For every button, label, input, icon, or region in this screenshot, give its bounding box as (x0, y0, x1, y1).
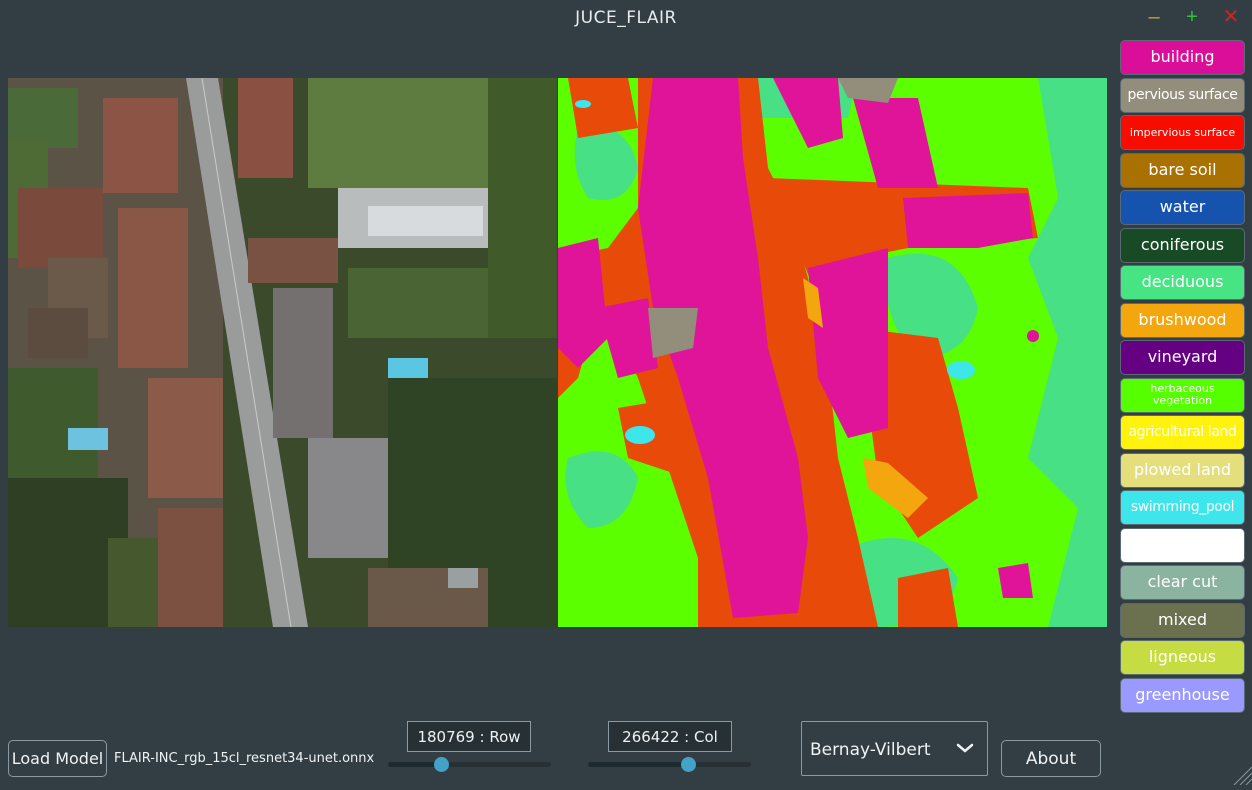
close-icon[interactable]: ✕ (1220, 6, 1242, 28)
legend-button-brushwood[interactable]: brushwood (1120, 302, 1245, 338)
legend-button-building[interactable]: building (1120, 40, 1245, 75)
col-slider-fill (588, 762, 689, 767)
legend-button-swimming-pool[interactable]: swimming_pool (1120, 490, 1245, 525)
window-title: JUCE_FLAIR (575, 8, 677, 28)
legend-button-coniferous[interactable]: coniferous (1120, 227, 1245, 263)
row-slider-thumb[interactable] (433, 757, 449, 772)
legend-button-clear-cut[interactable]: clear cut (1120, 565, 1245, 600)
about-button[interactable]: About (1001, 740, 1101, 777)
legend-button-plowed-land[interactable]: plowed land (1120, 452, 1245, 488)
segmentation-map (558, 78, 1107, 627)
legend-button-ligneous[interactable]: ligneous (1120, 640, 1245, 675)
location-value: Bernay-Vilbert (810, 740, 931, 760)
title-bar: JUCE_FLAIR – + ✕ (0, 0, 1252, 36)
col-readout: 266422 : Col (608, 721, 732, 752)
model-filename: FLAIR-INC_rgb_15cl_resnet34-unet.onnx (114, 751, 375, 766)
load-model-button[interactable]: Load Model (8, 740, 107, 777)
legend-button-herbaceous-vegetation[interactable]: herbaceous vegetation (1120, 377, 1245, 413)
location-dropdown[interactable]: Bernay-Vilbert (801, 721, 988, 776)
row-slider[interactable] (388, 756, 551, 772)
col-slider-thumb[interactable] (681, 757, 697, 772)
row-readout: 180769 : Row (407, 721, 531, 752)
legend-button-impervious-surface[interactable]: impervious surface (1120, 115, 1245, 150)
col-slider[interactable] (588, 756, 751, 772)
row-slider-fill (388, 762, 441, 767)
minimize-icon[interactable]: – (1143, 6, 1165, 28)
class-legend: building pervious surface impervious surfa… (1120, 40, 1245, 715)
chevron-down-icon (955, 738, 975, 763)
legend-button-pervious-surface[interactable]: pervious surface (1120, 77, 1245, 113)
orthophoto-image (8, 78, 557, 627)
legend-button-vineyard[interactable]: vineyard (1120, 340, 1245, 375)
legend-button-agricultural-land[interactable]: agricultural land (1120, 415, 1245, 450)
legend-button-greenhouse[interactable]: greenhouse (1120, 677, 1245, 713)
legend-button-deciduous[interactable]: deciduous (1120, 265, 1245, 300)
legend-button-water[interactable]: water (1120, 190, 1245, 225)
legend-button-mixed[interactable]: mixed (1120, 602, 1245, 638)
maximize-icon[interactable]: + (1181, 6, 1203, 28)
resize-grip-icon[interactable] (1228, 761, 1252, 786)
legend-button-bare-soil[interactable]: bare soil (1120, 152, 1245, 188)
legend-button-empty[interactable] (1120, 527, 1245, 563)
